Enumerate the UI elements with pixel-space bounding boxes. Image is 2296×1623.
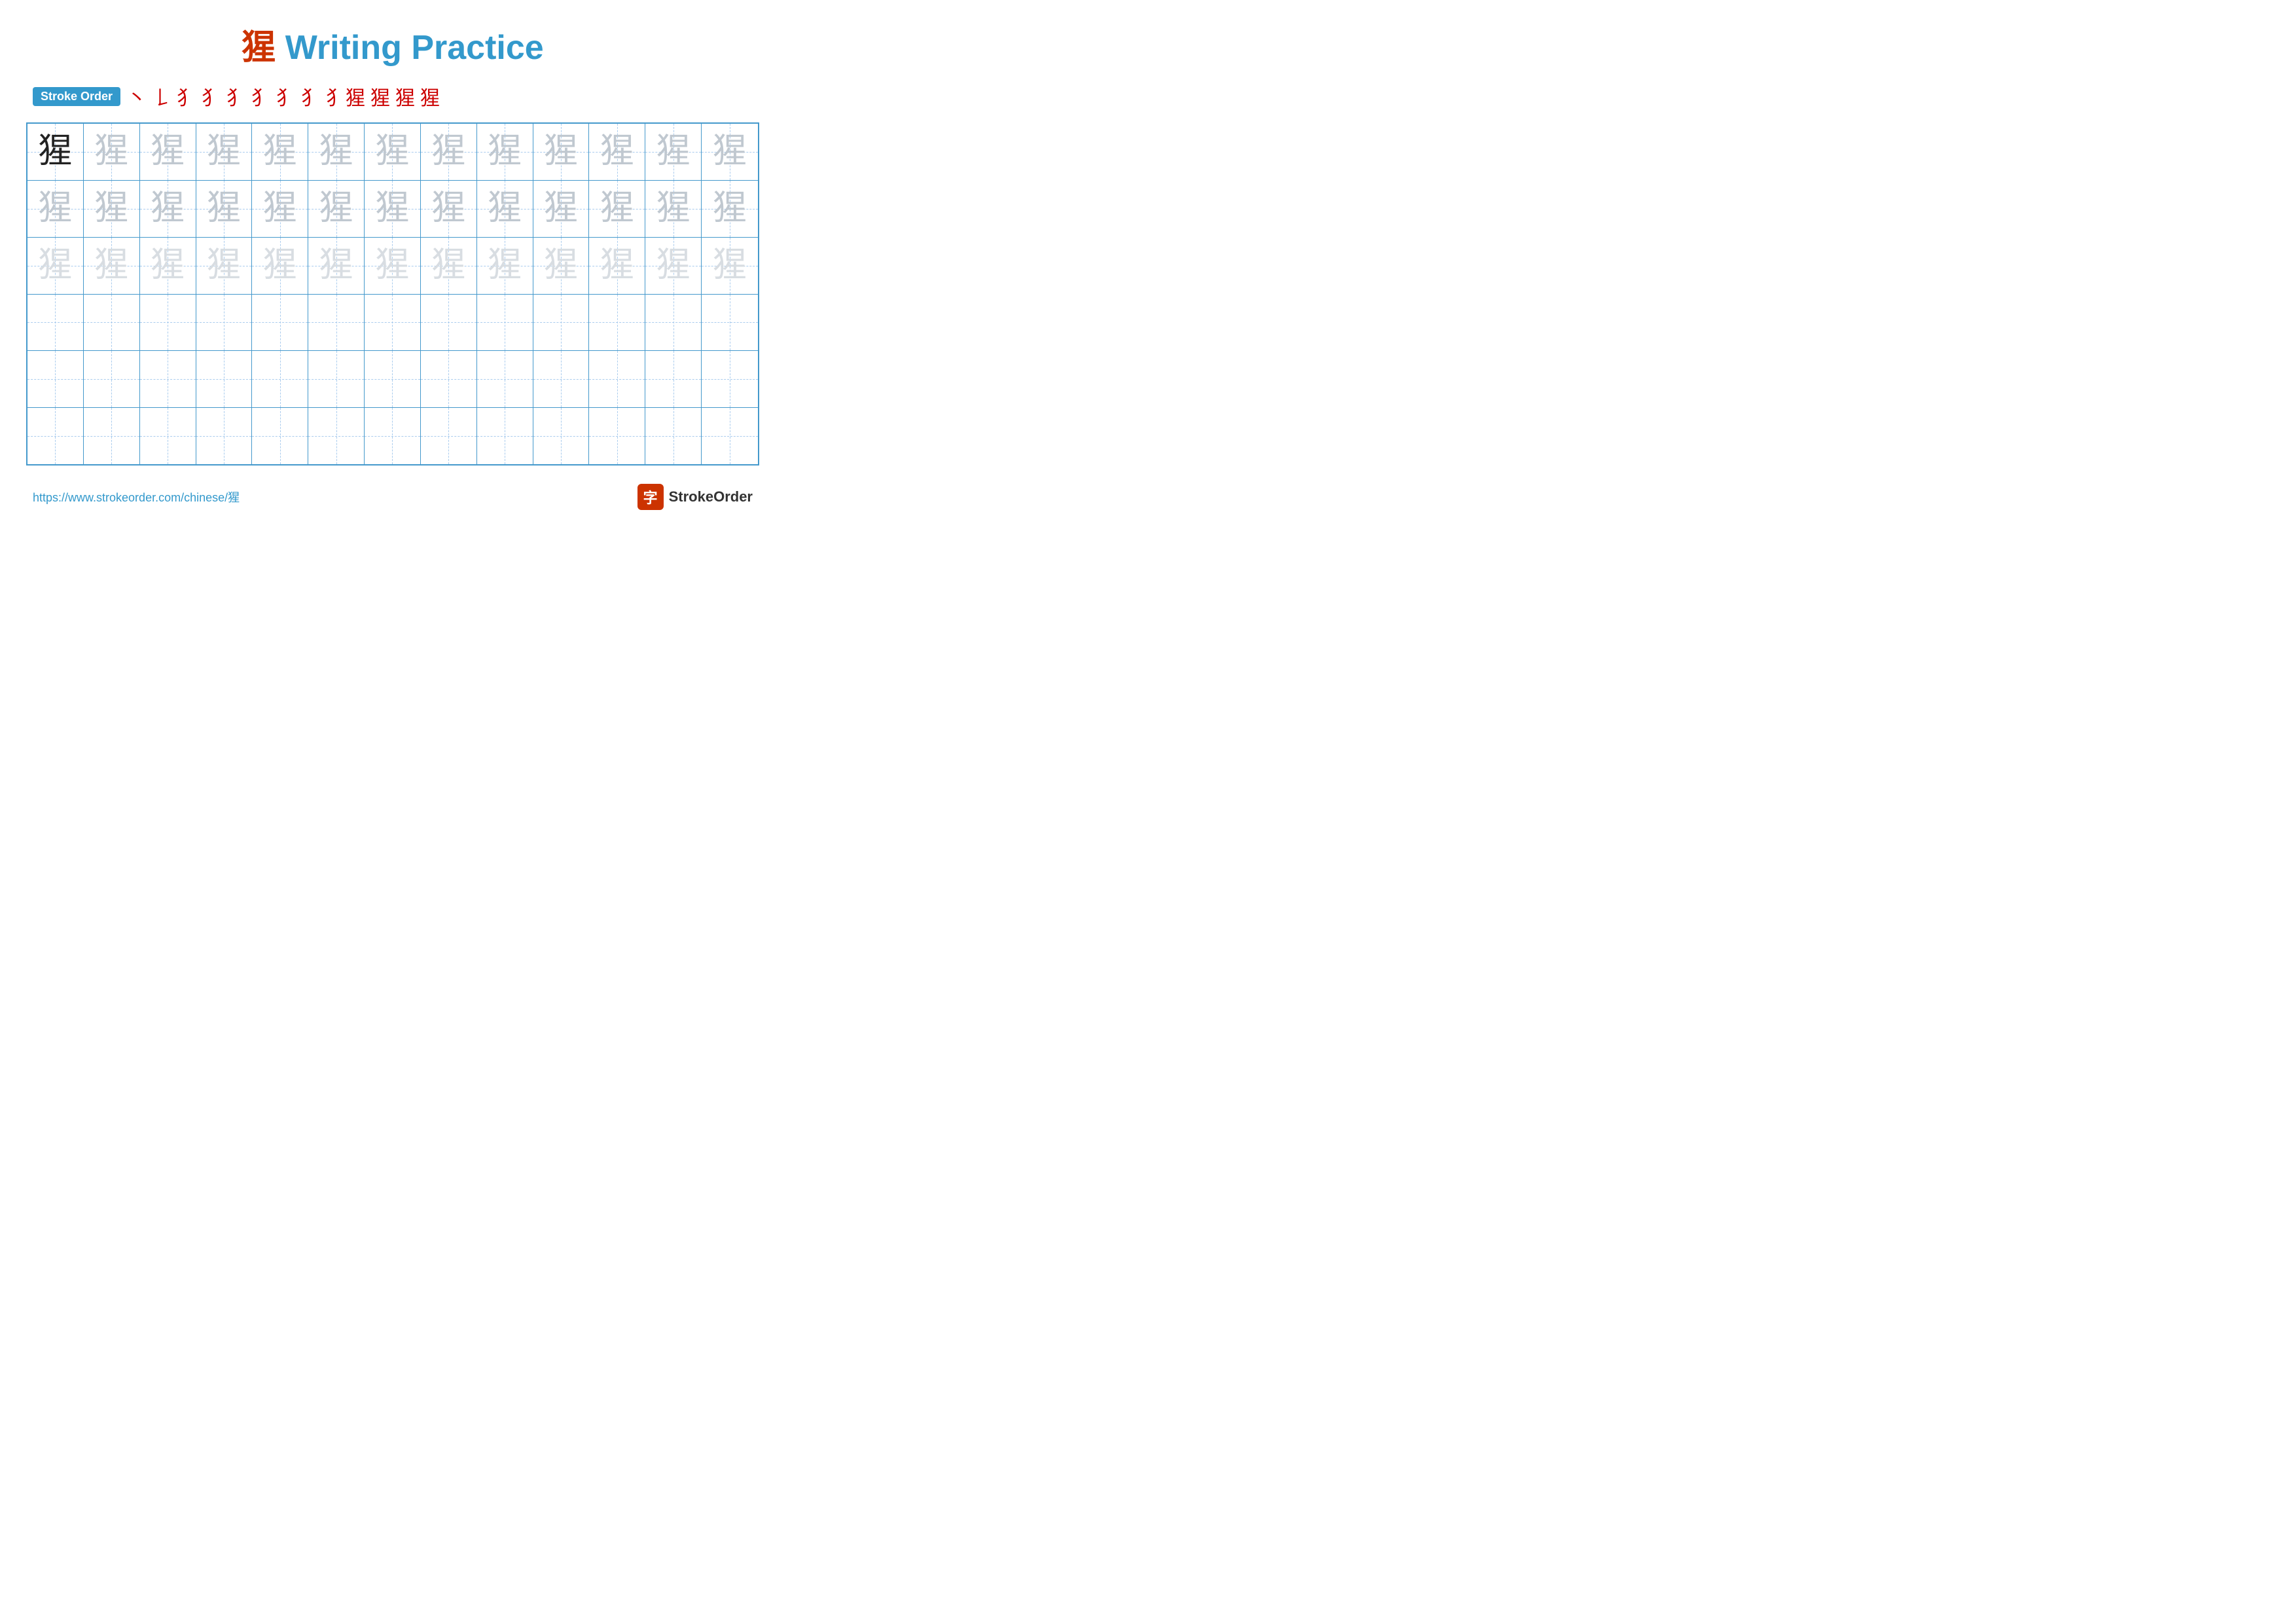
grid-cell[interactable] <box>533 351 590 407</box>
footer-url: https://www.strokeorder.com/chinese/猩 <box>33 488 240 505</box>
stroke-chars: 丶 𠄌 犭 犭 犭 犭 犭 犭 犭猩 猩 猩 猩 <box>127 82 440 111</box>
grid-cell[interactable] <box>421 408 477 464</box>
grid-row-6 <box>27 408 758 464</box>
grid-cell[interactable] <box>589 295 645 351</box>
grid-cell[interactable] <box>196 295 253 351</box>
grid-cell: 猩 <box>477 238 533 294</box>
grid-cell: 猩 <box>308 238 365 294</box>
grid-cell[interactable] <box>645 351 702 407</box>
footer-brand: 字 StrokeOrder <box>637 484 753 510</box>
grid-cell: 猩 <box>27 181 84 237</box>
grid-cell[interactable] <box>477 351 533 407</box>
grid-cell: 猩 <box>421 238 477 294</box>
grid-cell: 猩 <box>645 124 702 180</box>
grid-cell[interactable] <box>702 408 758 464</box>
footer: https://www.strokeorder.com/chinese/猩 字 … <box>26 484 759 510</box>
grid-cell[interactable] <box>365 295 421 351</box>
grid-cell: 猩 <box>421 181 477 237</box>
grid-cell[interactable] <box>27 408 84 464</box>
grid-cell: 猩 <box>533 124 590 180</box>
grid-cell: 猩 <box>702 181 758 237</box>
grid-cell[interactable] <box>27 295 84 351</box>
grid-cell: 猩 <box>421 124 477 180</box>
grid-cell[interactable] <box>589 351 645 407</box>
grid-cell[interactable] <box>477 295 533 351</box>
grid-cell: 猩 <box>308 124 365 180</box>
grid-cell[interactable] <box>702 351 758 407</box>
grid-cell: 猩 <box>589 238 645 294</box>
grid-cell: 猩 <box>702 124 758 180</box>
grid-cell[interactable] <box>140 295 196 351</box>
grid-cell[interactable] <box>365 408 421 464</box>
grid-cell[interactable] <box>196 351 253 407</box>
stroke-order-row: Stroke Order 丶 𠄌 犭 犭 犭 犭 犭 犭 犭猩 猩 猩 猩 <box>26 82 759 111</box>
grid-cell[interactable] <box>589 408 645 464</box>
grid-cell: 猩 <box>533 181 590 237</box>
grid-cell[interactable] <box>27 351 84 407</box>
grid-cell[interactable] <box>252 295 308 351</box>
grid-cell[interactable] <box>196 408 253 464</box>
grid-cell: 猩 <box>533 238 590 294</box>
grid-cell: 猩 <box>589 124 645 180</box>
grid-cell: 猩 <box>140 124 196 180</box>
grid-cell: 猩 <box>308 181 365 237</box>
grid-row-4 <box>27 295 758 352</box>
grid-cell: 猩 <box>27 124 84 180</box>
grid-cell: 猩 <box>196 124 253 180</box>
grid-cell: 猩 <box>252 181 308 237</box>
grid-cell[interactable] <box>84 351 140 407</box>
grid-cell: 猩 <box>589 181 645 237</box>
grid-cell: 猩 <box>645 181 702 237</box>
grid-cell: 猩 <box>252 238 308 294</box>
grid-cell[interactable] <box>421 351 477 407</box>
grid-cell: 猩 <box>140 181 196 237</box>
grid-row-3: 猩 猩 猩 猩 猩 猩 猩 猩 猩 猩 猩 猩 猩 <box>27 238 758 295</box>
grid-cell: 猩 <box>196 238 253 294</box>
grid-cell[interactable] <box>140 351 196 407</box>
page-title: 猩 Writing Practice <box>26 20 759 69</box>
grid-cell: 猩 <box>252 124 308 180</box>
grid-cell: 猩 <box>27 238 84 294</box>
grid-cell: 猩 <box>477 181 533 237</box>
grid-cell[interactable] <box>308 295 365 351</box>
grid-cell: 猩 <box>84 238 140 294</box>
grid-cell: 猩 <box>365 238 421 294</box>
grid-cell: 猩 <box>645 238 702 294</box>
grid-cell[interactable] <box>645 295 702 351</box>
grid-cell: 猩 <box>477 124 533 180</box>
grid-cell[interactable] <box>533 408 590 464</box>
grid-cell[interactable] <box>308 408 365 464</box>
grid-row-1: 猩 猩 猩 猩 猩 猩 猩 猩 猩 猩 猩 猩 猩 <box>27 124 758 181</box>
grid-cell: 猩 <box>84 124 140 180</box>
practice-grid: 猩 猩 猩 猩 猩 猩 猩 猩 猩 猩 猩 猩 猩 猩 猩 猩 猩 猩 猩 猩 … <box>26 122 759 465</box>
grid-row-2: 猩 猩 猩 猩 猩 猩 猩 猩 猩 猩 猩 猩 猩 <box>27 181 758 238</box>
grid-cell[interactable] <box>645 408 702 464</box>
grid-cell[interactable] <box>84 295 140 351</box>
grid-cell[interactable] <box>84 408 140 464</box>
grid-cell: 猩 <box>140 238 196 294</box>
grid-cell[interactable] <box>533 295 590 351</box>
grid-cell: 猩 <box>365 181 421 237</box>
grid-cell[interactable] <box>421 295 477 351</box>
stroke-order-badge: Stroke Order <box>33 87 120 106</box>
grid-cell[interactable] <box>140 408 196 464</box>
grid-row-5 <box>27 351 758 408</box>
grid-cell: 猩 <box>365 124 421 180</box>
grid-cell[interactable] <box>477 408 533 464</box>
grid-cell[interactable] <box>252 408 308 464</box>
grid-cell[interactable] <box>252 351 308 407</box>
grid-cell: 猩 <box>84 181 140 237</box>
grid-cell[interactable] <box>702 295 758 351</box>
grid-cell[interactable] <box>308 351 365 407</box>
grid-cell[interactable] <box>365 351 421 407</box>
brand-name: StrokeOrder <box>669 488 753 505</box>
grid-cell: 猩 <box>196 181 253 237</box>
brand-logo-icon: 字 <box>637 484 664 510</box>
grid-cell: 猩 <box>702 238 758 294</box>
